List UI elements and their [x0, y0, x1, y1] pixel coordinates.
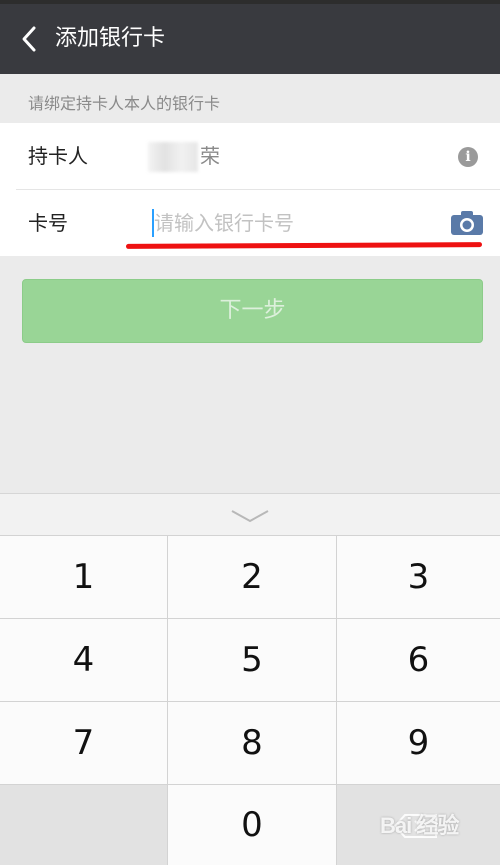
card-number-label: 卡号 [28, 211, 68, 235]
back-arrow-icon [22, 26, 36, 52]
top-bar: 添加银行卡 [0, 4, 500, 74]
section-hint: 请绑定持卡人本人的银行卡 [28, 94, 221, 113]
next-step-button[interactable]: 下一步 [22, 279, 483, 343]
info-icon[interactable]: i [458, 147, 478, 167]
key-8[interactable]: 8 [168, 702, 336, 784]
keyboard-collapse-button[interactable] [228, 508, 272, 524]
key-3[interactable]: 3 [337, 536, 500, 618]
camera-button[interactable] [450, 210, 484, 236]
camera-icon [451, 211, 483, 235]
key-0[interactable]: 0 [168, 785, 336, 865]
holder-name-redacted [148, 142, 198, 172]
key-6[interactable]: 6 [337, 619, 500, 701]
back-button[interactable] [14, 22, 48, 56]
card-number-input[interactable] [150, 206, 444, 240]
key-blank [0, 785, 167, 865]
key-9[interactable]: 9 [337, 702, 500, 784]
holder-name: 荣 [200, 144, 220, 168]
holder-row: 持卡人 荣 i [0, 123, 500, 189]
key-7[interactable]: 7 [0, 702, 167, 784]
key-1[interactable]: 1 [0, 536, 167, 618]
baidu-watermark: Bai 经验 [380, 813, 459, 838]
text-caret [152, 209, 154, 237]
key-2[interactable]: 2 [168, 536, 336, 618]
keyboard-toolbar [0, 493, 500, 535]
key-5[interactable]: 5 [168, 619, 336, 701]
holder-label: 持卡人 [28, 144, 88, 168]
page-title: 添加银行卡 [55, 26, 166, 51]
key-4[interactable]: 4 [0, 619, 167, 701]
card-form: 持卡人 荣 i 卡号 [0, 123, 500, 256]
keyboard-collapse-icon [231, 510, 269, 523]
